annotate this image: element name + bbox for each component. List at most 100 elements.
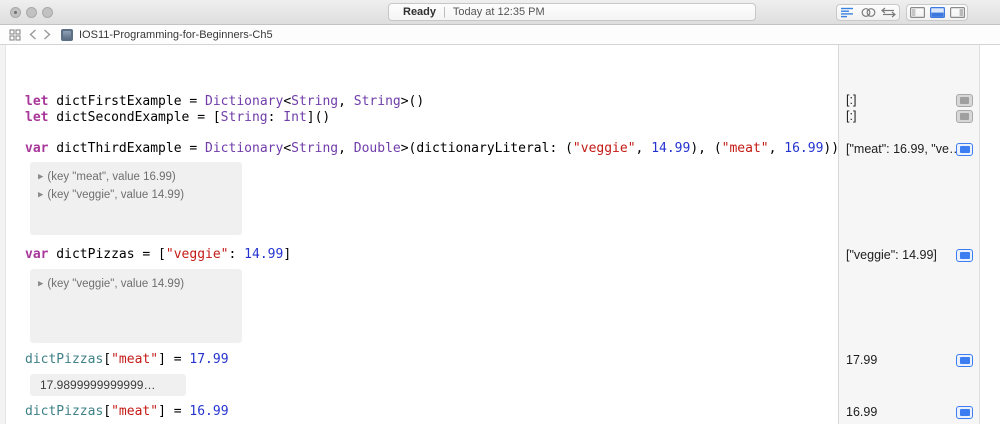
show-result-button[interactable] — [956, 94, 973, 107]
version-editor-icon — [881, 7, 897, 18]
code-token-plain: dictSecondExample = [ — [48, 110, 221, 125]
show-result-button[interactable] — [956, 143, 973, 156]
code-token-plain: dictFirstExample = — [48, 94, 206, 109]
status-timestamp: Today at 12:35 PM — [452, 6, 545, 18]
jump-bar: IOS11-Programming-for-Beginners-Ch5 — [0, 25, 1000, 45]
code-token-str: "meat" — [111, 352, 159, 367]
version-editor-button[interactable] — [878, 5, 899, 20]
xcode-playground-window: Ready | Today at 12:35 PM IOS11-Programm… — [0, 0, 1000, 424]
minimize-window-button[interactable] — [26, 7, 37, 18]
code-token-plain: , — [338, 94, 354, 109]
code-line[interactable]: let dictFirstExample = Dictionary<String… — [25, 95, 424, 109]
code-token-type: Int — [283, 110, 307, 125]
code-token-plain: dictPizzas = [ — [48, 247, 166, 262]
code-line[interactable]: let dictSecondExample = [String: Int]() — [25, 111, 330, 125]
inline-result-box: ▶ (key "veggie", value 14.99) — [30, 269, 242, 343]
playground-file-icon — [61, 28, 73, 41]
utilities-panel-icon — [949, 7, 965, 18]
code-token-plain: >() — [400, 94, 425, 109]
code-token-type: Dictionary — [205, 141, 284, 156]
forward-button[interactable] — [43, 29, 51, 40]
code-token-str: "veggie" — [165, 247, 229, 262]
code-token-var: dictPizzas — [25, 352, 104, 367]
editor-mode-segmented-control — [836, 4, 900, 21]
code-token-kw: let — [25, 110, 49, 125]
disclosure-triangle-icon[interactable]: ▶ — [38, 173, 43, 181]
code-token-plain: ]() — [306, 110, 331, 125]
code-line[interactable]: dictPizzas["meat"] = 16.99 — [25, 405, 229, 419]
back-chevron-icon — [29, 29, 36, 40]
disclosure-triangle-icon[interactable]: ▶ — [38, 191, 43, 199]
show-result-button[interactable] — [956, 110, 973, 123]
code-token-type: String — [353, 94, 401, 109]
disclosure-triangle-icon[interactable]: ▶ — [38, 280, 43, 288]
assistant-editor-button[interactable] — [858, 5, 879, 20]
show-result-button[interactable] — [956, 249, 973, 262]
result-entry[interactable]: ▶ (key "veggie", value 14.99) — [38, 187, 242, 203]
panel-toggle-segmented-control — [906, 4, 968, 21]
code-token-type: String — [291, 141, 339, 156]
inline-result-box: 17.9899999999999… — [30, 374, 186, 396]
result-entry-text: (key "veggie", value 14.99) — [47, 189, 185, 201]
code-token-plain: < — [283, 141, 292, 156]
standard-editor-icon — [841, 7, 854, 18]
show-result-button[interactable] — [956, 354, 973, 367]
jumpbar-file-name[interactable]: IOS11-Programming-for-Beginners-Ch5 — [79, 29, 273, 41]
activity-status: Ready | Today at 12:35 PM — [388, 3, 756, 21]
related-items-button[interactable] — [9, 28, 21, 41]
code-token-str: "meat" — [721, 141, 769, 156]
code-line[interactable]: var dictPizzas = ["veggie": 14.99] — [25, 248, 291, 262]
assistant-editor-icon — [861, 8, 875, 17]
code-token-type: Dictionary — [205, 94, 284, 109]
code-token-plain: ] = — [158, 352, 190, 367]
result-value-text: 17.9899999999999… — [40, 378, 156, 392]
code-token-plain: [ — [103, 404, 112, 419]
code-token-num: 17.99 — [189, 352, 229, 367]
code-token-plain: ] = — [158, 404, 190, 419]
code-token-plain: : — [267, 110, 284, 125]
code-token-type: String — [220, 110, 268, 125]
back-button[interactable] — [29, 29, 37, 40]
code-token-var: dictPizzas — [25, 404, 104, 419]
results-sidebar: [:] [:] ["meat": 16.99, "ve… ["veggie": 14.… — [838, 45, 1000, 424]
code-line[interactable]: dictPizzas["meat"] = 17.99 — [25, 353, 229, 367]
sidebar-result-text: 16.99 — [846, 405, 878, 419]
code-token-num: 14.99 — [651, 141, 691, 156]
status-separator: | — [443, 6, 446, 18]
code-token-plain: , — [338, 141, 354, 156]
code-token-plain: : — [228, 247, 245, 262]
code-token-plain: )) — [823, 141, 840, 156]
navigator-panel-button[interactable] — [907, 5, 927, 20]
show-result-button[interactable] — [956, 406, 973, 419]
code-line[interactable]: var dictThirdExample = Dictionary<String… — [25, 142, 839, 156]
code-token-num: 16.99 — [189, 404, 229, 419]
debug-area-icon — [929, 7, 945, 18]
editor-content: let dictFirstExample = Dictionary<String… — [0, 45, 1000, 424]
result-entry[interactable]: ▶ (key "veggie", value 14.99) — [38, 276, 242, 292]
sidebar-result-text: [:] — [846, 109, 857, 123]
result-entry-text: (key "veggie", value 14.99) — [47, 278, 185, 290]
code-token-plain: [ — [103, 352, 112, 367]
zoom-window-button[interactable] — [42, 7, 53, 18]
standard-editor-button[interactable] — [837, 5, 858, 20]
editor-left-gutter — [0, 45, 6, 424]
utilities-panel-button[interactable] — [947, 5, 967, 20]
close-window-button[interactable] — [10, 7, 21, 18]
debug-area-button[interactable] — [927, 5, 947, 20]
related-items-icon — [9, 28, 21, 41]
navigator-panel-icon — [909, 7, 925, 18]
code-token-plain: >(dictionaryLiteral: ( — [400, 141, 573, 156]
sidebar-result-text: 17.99 — [846, 353, 878, 367]
inline-result-box: ▶ (key "meat", value 16.99) ▶ (key "veggie"… — [30, 162, 242, 235]
sidebar-result-text: [:] — [846, 93, 857, 107]
sidebar-scroll-strip — [979, 45, 1000, 424]
code-token-type: Double — [353, 141, 401, 156]
status-text: Ready — [403, 6, 437, 18]
code-token-num: 16.99 — [784, 141, 824, 156]
result-entry[interactable]: ▶ (key "meat", value 16.99) — [38, 169, 242, 185]
code-token-type: String — [291, 94, 339, 109]
sidebar-result-text: ["meat": 16.99, "ve… — [846, 142, 962, 156]
code-token-plain: < — [283, 94, 292, 109]
code-token-kw: let — [25, 94, 49, 109]
result-entry-text: (key "meat", value 16.99) — [47, 171, 176, 183]
